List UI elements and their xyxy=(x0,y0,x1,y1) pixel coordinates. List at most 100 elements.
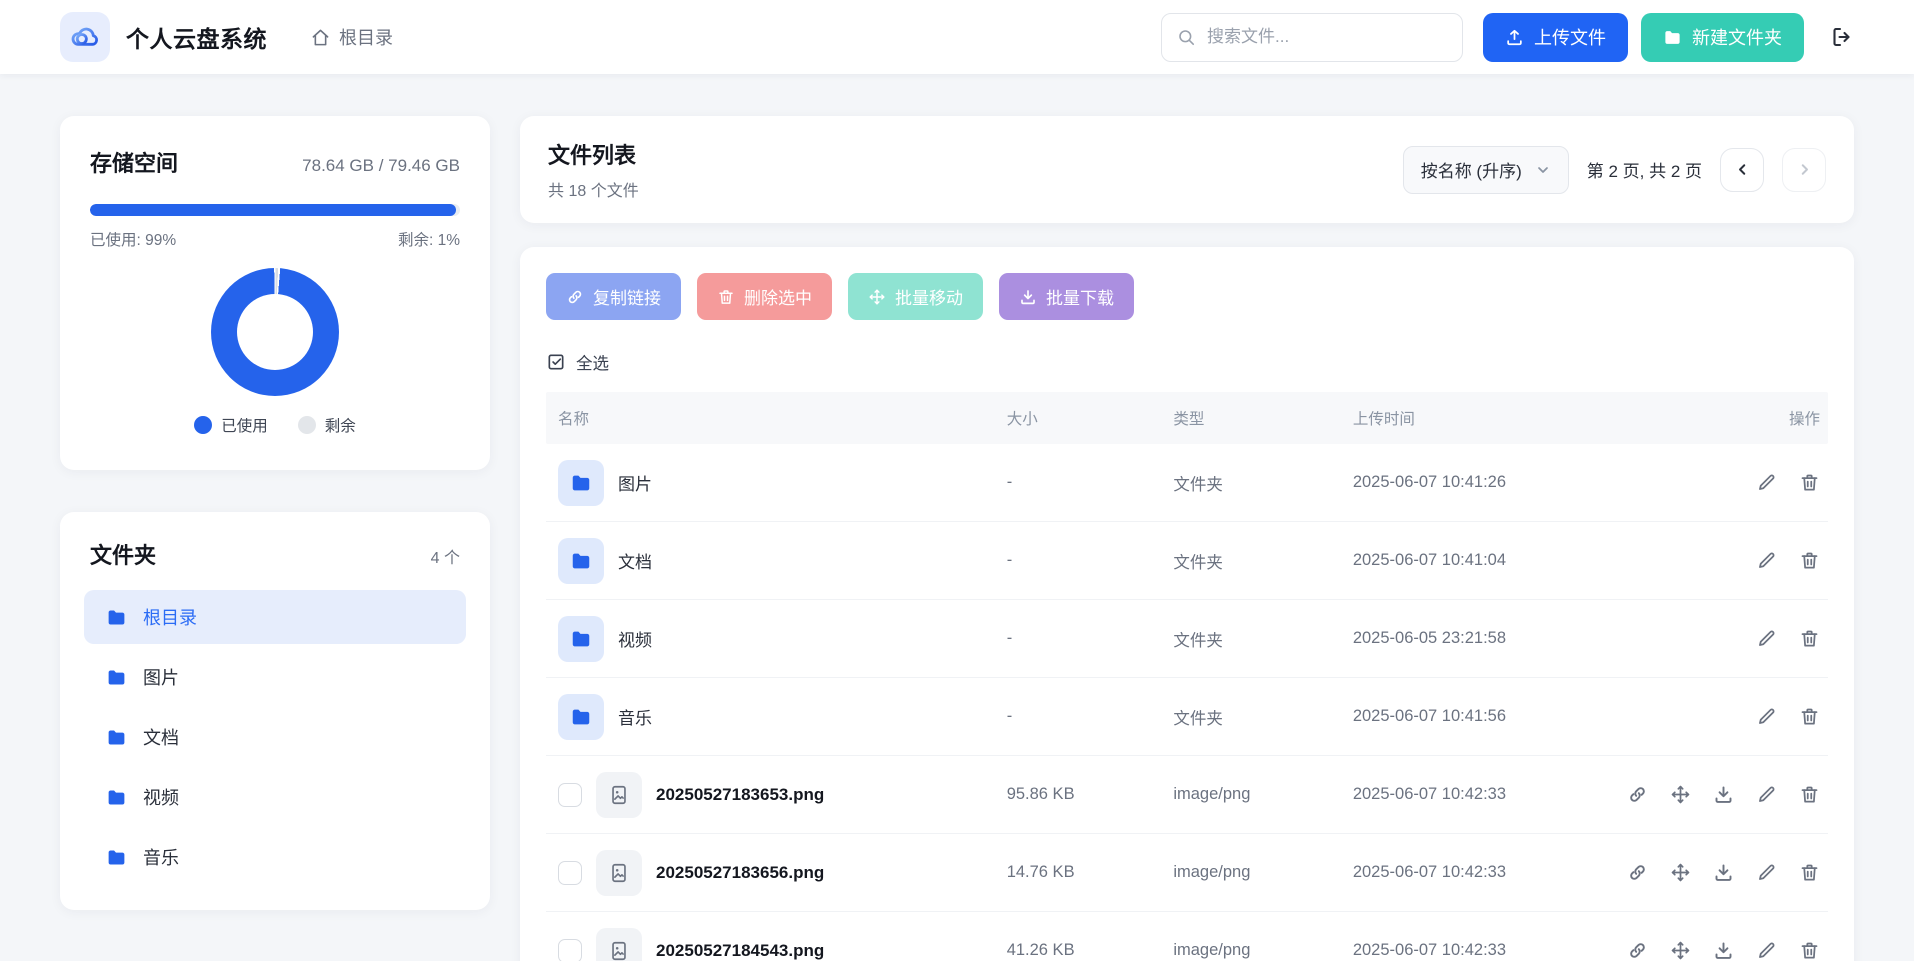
file-name[interactable]: 20250527183656.png xyxy=(656,863,824,883)
col-actions: 操作 xyxy=(1636,407,1828,429)
name-cell: 20250527184543.png xyxy=(546,928,995,961)
edit-icon[interactable] xyxy=(1756,628,1777,649)
folder-name[interactable]: 图片 xyxy=(618,470,652,495)
delete-icon[interactable] xyxy=(1799,940,1820,961)
storage-progress-bar xyxy=(90,204,460,216)
download-icon[interactable] xyxy=(1713,862,1734,883)
search-input[interactable] xyxy=(1207,27,1447,47)
navbar: 个人云盘系统 根目录 上传文件 新建文件夹 xyxy=(0,0,1914,74)
size-cell: 41.26 KB xyxy=(995,941,1162,960)
edit-icon[interactable] xyxy=(1756,862,1777,883)
folder-icon xyxy=(1663,28,1682,47)
type-cell: image/png xyxy=(1161,863,1340,882)
edit-icon[interactable] xyxy=(1756,550,1777,571)
upload-file-button[interactable]: 上传文件 xyxy=(1483,13,1628,62)
file-name[interactable]: 20250527184543.png xyxy=(656,941,824,961)
chevron-right-icon xyxy=(1796,161,1813,178)
image-file-icon xyxy=(596,928,642,961)
prev-page-button[interactable] xyxy=(1720,148,1764,192)
search-icon xyxy=(1177,28,1196,47)
move-icon[interactable] xyxy=(1670,784,1691,805)
batch-move-button[interactable]: 批量移动 xyxy=(848,273,983,320)
type-cell: 文件夹 xyxy=(1161,705,1340,729)
download-icon[interactable] xyxy=(1713,940,1734,961)
sidebar-folder-item[interactable]: 根目录 xyxy=(84,590,466,644)
storage-free-label: 剩余: 1% xyxy=(398,228,460,250)
batch-actions: 复制链接 删除选中 批量移动批量下载 xyxy=(546,273,1828,320)
copy-link-icon[interactable] xyxy=(1627,940,1648,961)
folder-item-label: 文档 xyxy=(143,724,179,750)
folder-icon xyxy=(106,847,127,868)
batch-link-button[interactable]: 复制链接 xyxy=(546,273,681,320)
edit-icon[interactable] xyxy=(1756,784,1777,805)
folder-name[interactable]: 文档 xyxy=(618,548,652,573)
table-row: 音乐-文件夹2025-06-07 10:41:56 xyxy=(546,678,1828,756)
breadcrumb[interactable]: 根目录 xyxy=(311,24,393,50)
file-name[interactable]: 20250527183653.png xyxy=(656,785,824,805)
row-actions xyxy=(1636,550,1828,571)
sort-select[interactable]: 按名称 (升序) xyxy=(1403,146,1569,194)
table-body: 图片-文件夹2025-06-07 10:41:26文档-文件夹2025-06-0… xyxy=(546,444,1828,961)
delete-icon[interactable] xyxy=(1799,472,1820,493)
folder-name[interactable]: 音乐 xyxy=(618,704,652,729)
legend-free-label: 剩余 xyxy=(325,414,356,436)
sidebar-folder-item[interactable]: 音乐 xyxy=(84,830,466,884)
move-icon[interactable] xyxy=(1670,940,1691,961)
row-actions xyxy=(1636,706,1828,727)
folder-icon xyxy=(558,616,604,662)
download-icon[interactable] xyxy=(1713,784,1734,805)
delete-icon[interactable] xyxy=(1799,706,1820,727)
new-folder-button[interactable]: 新建文件夹 xyxy=(1641,13,1804,62)
logout-button[interactable] xyxy=(1830,25,1854,49)
logout-icon xyxy=(1830,25,1854,49)
delete-icon[interactable] xyxy=(1799,862,1820,883)
folder-icon xyxy=(106,607,127,628)
row-checkbox[interactable] xyxy=(558,939,582,961)
folder-icon xyxy=(558,460,604,506)
batch-trash-button[interactable]: 删除选中 xyxy=(697,273,832,320)
app-title: 个人云盘系统 xyxy=(126,20,267,54)
search-box xyxy=(1161,13,1463,62)
size-cell: 95.86 KB xyxy=(995,785,1162,804)
row-checkbox[interactable] xyxy=(558,861,582,885)
legend-used-label: 已使用 xyxy=(221,414,268,436)
file-list-header: 文件列表 共 18 个文件 按名称 (升序) 第 2 页, 共 2 页 xyxy=(520,116,1854,223)
sidebar-folder-item[interactable]: 图片 xyxy=(84,650,466,704)
row-actions xyxy=(1636,784,1828,805)
row-actions xyxy=(1636,628,1828,649)
batch-button-label: 复制链接 xyxy=(593,284,661,309)
table-row: 视频-文件夹2025-06-05 23:21:58 xyxy=(546,600,1828,678)
folder-list: 根目录图片文档视频音乐 xyxy=(84,590,466,884)
time-cell: 2025-06-07 10:41:26 xyxy=(1341,473,1636,492)
folder-icon xyxy=(106,727,127,748)
batch-button-label: 删除选中 xyxy=(744,284,812,309)
trash-icon xyxy=(717,288,735,306)
page-content: 存储空间 78.64 GB / 79.46 GB 已使用: 99% 剩余: 1%… xyxy=(0,74,1914,961)
delete-icon[interactable] xyxy=(1799,628,1820,649)
size-cell: - xyxy=(995,707,1162,726)
legend-free-dot xyxy=(298,416,316,434)
col-name: 名称 xyxy=(546,407,995,429)
row-checkbox[interactable] xyxy=(558,783,582,807)
move-icon[interactable] xyxy=(1670,862,1691,883)
folder-icon xyxy=(106,667,127,688)
edit-icon[interactable] xyxy=(1756,472,1777,493)
delete-icon[interactable] xyxy=(1799,550,1820,571)
next-page-button[interactable] xyxy=(1782,148,1826,192)
delete-icon[interactable] xyxy=(1799,784,1820,805)
type-cell: 文件夹 xyxy=(1161,549,1340,573)
edit-icon[interactable] xyxy=(1756,940,1777,961)
chevron-down-icon xyxy=(1535,162,1551,178)
folder-name[interactable]: 视频 xyxy=(618,626,652,651)
image-file-icon xyxy=(596,850,642,896)
main-area: 文件列表 共 18 个文件 按名称 (升序) 第 2 页, 共 2 页 xyxy=(520,116,1854,961)
select-all[interactable]: 全选 xyxy=(546,350,1828,374)
copy-link-icon[interactable] xyxy=(1627,862,1648,883)
edit-icon[interactable] xyxy=(1756,706,1777,727)
batch-download-button[interactable]: 批量下载 xyxy=(999,273,1134,320)
copy-link-icon[interactable] xyxy=(1627,784,1648,805)
storage-legend: 已使用 剩余 xyxy=(90,414,460,436)
table-row: 20250527183656.png14.76 KBimage/png2025-… xyxy=(546,834,1828,912)
sidebar-folder-item[interactable]: 文档 xyxy=(84,710,466,764)
sidebar-folder-item[interactable]: 视频 xyxy=(84,770,466,824)
